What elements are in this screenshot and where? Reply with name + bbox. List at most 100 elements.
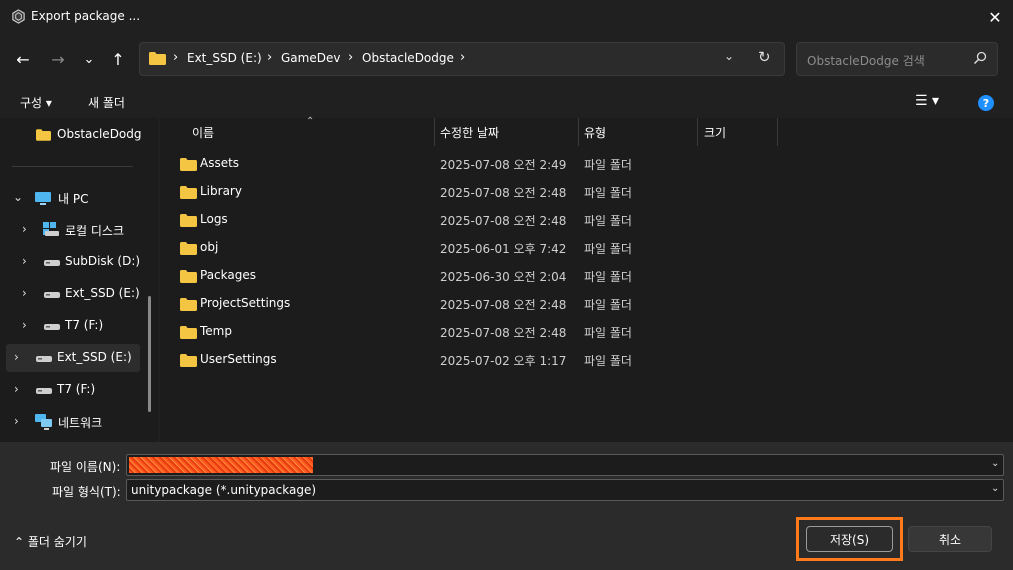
column-divider[interactable] xyxy=(777,118,778,146)
column-divider[interactable] xyxy=(434,118,435,146)
cancel-button-label: 취소 xyxy=(938,532,962,547)
close-button[interactable]: ✕ xyxy=(980,3,1010,31)
column-divider[interactable] xyxy=(578,118,579,146)
filename-label: 파일 이름(N): xyxy=(50,460,121,474)
sidebar-item-t7-root[interactable]: › T7 (F:) xyxy=(0,376,148,404)
sidebar-item-label: T7 (F:) xyxy=(65,318,104,332)
filetype-value: unitypackage (*.unitypackage) xyxy=(131,483,317,497)
hide-folders-button[interactable]: ⌃ 폴더 숨기기 xyxy=(14,533,87,550)
file-row-obj[interactable]: obj 2025-06-01 오후 7:42 파일 폴더 xyxy=(170,234,780,262)
network-icon xyxy=(35,414,52,430)
arrow-up-icon: ↑ xyxy=(111,49,125,69)
file-row-temp[interactable]: Temp 2025-07-08 오전 2:48 파일 폴더 xyxy=(170,318,780,346)
up-button[interactable]: ↑ xyxy=(105,46,131,72)
file-name: obj xyxy=(200,240,219,254)
column-header-date[interactable]: 수정한 날짜 xyxy=(440,124,499,141)
file-date: 2025-07-08 오전 2:48 xyxy=(440,186,567,200)
chevron-right-icon[interactable]: › xyxy=(22,254,27,268)
back-button[interactable]: ← xyxy=(10,46,36,72)
chevron-right-icon[interactable]: › xyxy=(14,414,19,428)
chevron-right-icon[interactable]: › xyxy=(14,382,19,396)
breadcrumb-ext-ssd[interactable]: Ext_SSD (E:) xyxy=(187,51,262,65)
sidebar-item-label: 내 PC xyxy=(58,192,89,206)
chevron-right-icon[interactable]: › xyxy=(22,286,27,300)
close-icon: ✕ xyxy=(988,7,1002,27)
folder-icon xyxy=(149,52,166,65)
sidebar-item-ext-ssd-root[interactable]: › Ext_SSD (E:) xyxy=(6,344,140,372)
breadcrumb-obstacledodge[interactable]: ObstacleDodge xyxy=(362,51,454,65)
pc-icon xyxy=(35,192,51,205)
filename-field[interactable]: ⌄ xyxy=(126,454,1004,476)
chevron-right-icon[interactable]: › xyxy=(22,318,27,332)
column-header-name[interactable]: 이름 xyxy=(192,124,214,141)
chevron-right-icon[interactable]: › xyxy=(14,350,19,364)
folder-icon xyxy=(180,326,197,339)
sidebar-item-local-disk[interactable]: › 로컬 디스크 xyxy=(0,216,148,244)
navigation-bar: ← → ⌄ ↑ › Ext_SSD (E:) › GameDev › Obsta… xyxy=(0,34,1013,84)
sidebar-item-label: T7 (F:) xyxy=(57,382,96,396)
save-button[interactable]: 저장(S) xyxy=(806,526,893,552)
unity-app-icon xyxy=(12,9,25,24)
sidebar-item-subdisk[interactable]: › SubDisk (D:) xyxy=(0,248,148,276)
arrow-left-icon: ← xyxy=(16,49,30,69)
file-row-usersettings[interactable]: UserSettings 2025-07-02 오후 1:17 파일 폴더 xyxy=(170,346,780,374)
address-bar[interactable]: › Ext_SSD (E:) › GameDev › ObstacleDodge… xyxy=(139,42,785,76)
breadcrumb-gamedev[interactable]: GameDev xyxy=(281,51,340,65)
file-list: 이름 ⌃ 수정한 날짜 유형 크기 Assets 2025-07-08 오전 2… xyxy=(160,116,1013,442)
search-input[interactable]: ObstacleDodge 검색 xyxy=(796,42,998,76)
column-header-size[interactable]: 크기 xyxy=(704,124,726,141)
help-icon[interactable]: ? xyxy=(978,95,994,111)
recent-locations-button[interactable]: ⌄ xyxy=(76,46,102,72)
breadcrumb-separator: › xyxy=(173,50,179,65)
file-name: Temp xyxy=(200,324,232,338)
save-button-label: 저장(S) xyxy=(829,532,870,547)
organize-button[interactable]: 구성 ▾ xyxy=(20,94,52,111)
sidebar-item-label: SubDisk (D:) xyxy=(65,254,141,268)
file-type: 파일 폴더 xyxy=(584,158,632,172)
chevron-down-icon[interactable]: ⌄ xyxy=(13,190,23,204)
folder-icon xyxy=(180,158,197,171)
address-dropdown-icon[interactable]: ⌄ xyxy=(724,49,734,63)
file-row-projectsettings[interactable]: ProjectSettings 2025-07-08 오전 2:48 파일 폴더 xyxy=(170,290,780,318)
cancel-button[interactable]: 취소 xyxy=(908,526,992,552)
chevron-right-icon[interactable]: › xyxy=(22,222,27,236)
sidebar-item-label: 로컬 디스크 xyxy=(65,224,125,238)
drive-icon xyxy=(36,388,52,394)
refresh-icon[interactable]: ↻ xyxy=(758,48,771,66)
redacted-filename xyxy=(129,457,313,473)
forward-button[interactable]: → xyxy=(45,46,71,72)
file-type: 파일 폴더 xyxy=(584,270,632,284)
window-title: Export package ... xyxy=(31,9,141,23)
file-row-logs[interactable]: Logs 2025-07-08 오전 2:48 파일 폴더 xyxy=(170,206,780,234)
filetype-label: 파일 형식(T): xyxy=(52,485,121,499)
sidebar-item-obstacledodge[interactable]: ObstacleDodg xyxy=(0,121,148,149)
file-type: 파일 폴더 xyxy=(584,214,632,228)
sidebar-item-ext-ssd[interactable]: › Ext_SSD (E:) xyxy=(0,280,148,308)
chevron-down-icon[interactable]: ⌄ xyxy=(991,458,999,469)
file-type: 파일 폴더 xyxy=(584,354,632,368)
view-options-icon[interactable]: ☰ ▾ xyxy=(915,93,939,109)
filetype-select[interactable]: unitypackage (*.unitypackage) ⌄ xyxy=(126,479,1004,501)
arrow-right-icon: → xyxy=(51,49,65,69)
chevron-down-icon[interactable]: ⌄ xyxy=(991,483,999,494)
file-date: 2025-06-30 오전 2:04 xyxy=(440,270,567,284)
sidebar-item-label: 네트워크 xyxy=(58,416,103,430)
divider xyxy=(12,166,133,167)
file-row-assets[interactable]: Assets 2025-07-08 오전 2:49 파일 폴더 xyxy=(170,150,780,178)
column-header-type[interactable]: 유형 xyxy=(584,124,606,141)
file-name: ProjectSettings xyxy=(200,296,291,310)
sidebar-item-this-pc[interactable]: ⌄ 내 PC xyxy=(0,184,148,212)
folder-icon xyxy=(180,354,197,367)
file-name: Library xyxy=(200,184,242,198)
column-divider[interactable] xyxy=(697,118,698,146)
sidebar-scrollbar[interactable] xyxy=(148,296,151,412)
folder-icon xyxy=(36,129,51,141)
file-name: Logs xyxy=(200,212,228,226)
folder-icon xyxy=(180,242,197,255)
new-folder-button[interactable]: 새 폴더 xyxy=(88,94,125,111)
sidebar-item-network[interactable]: › 네트워크 xyxy=(0,408,148,436)
sidebar-item-t7[interactable]: › T7 (F:) xyxy=(0,312,148,340)
file-row-packages[interactable]: Packages 2025-06-30 오전 2:04 파일 폴더 xyxy=(170,262,780,290)
file-row-library[interactable]: Library 2025-07-08 오전 2:48 파일 폴더 xyxy=(170,178,780,206)
folder-icon xyxy=(180,270,197,283)
